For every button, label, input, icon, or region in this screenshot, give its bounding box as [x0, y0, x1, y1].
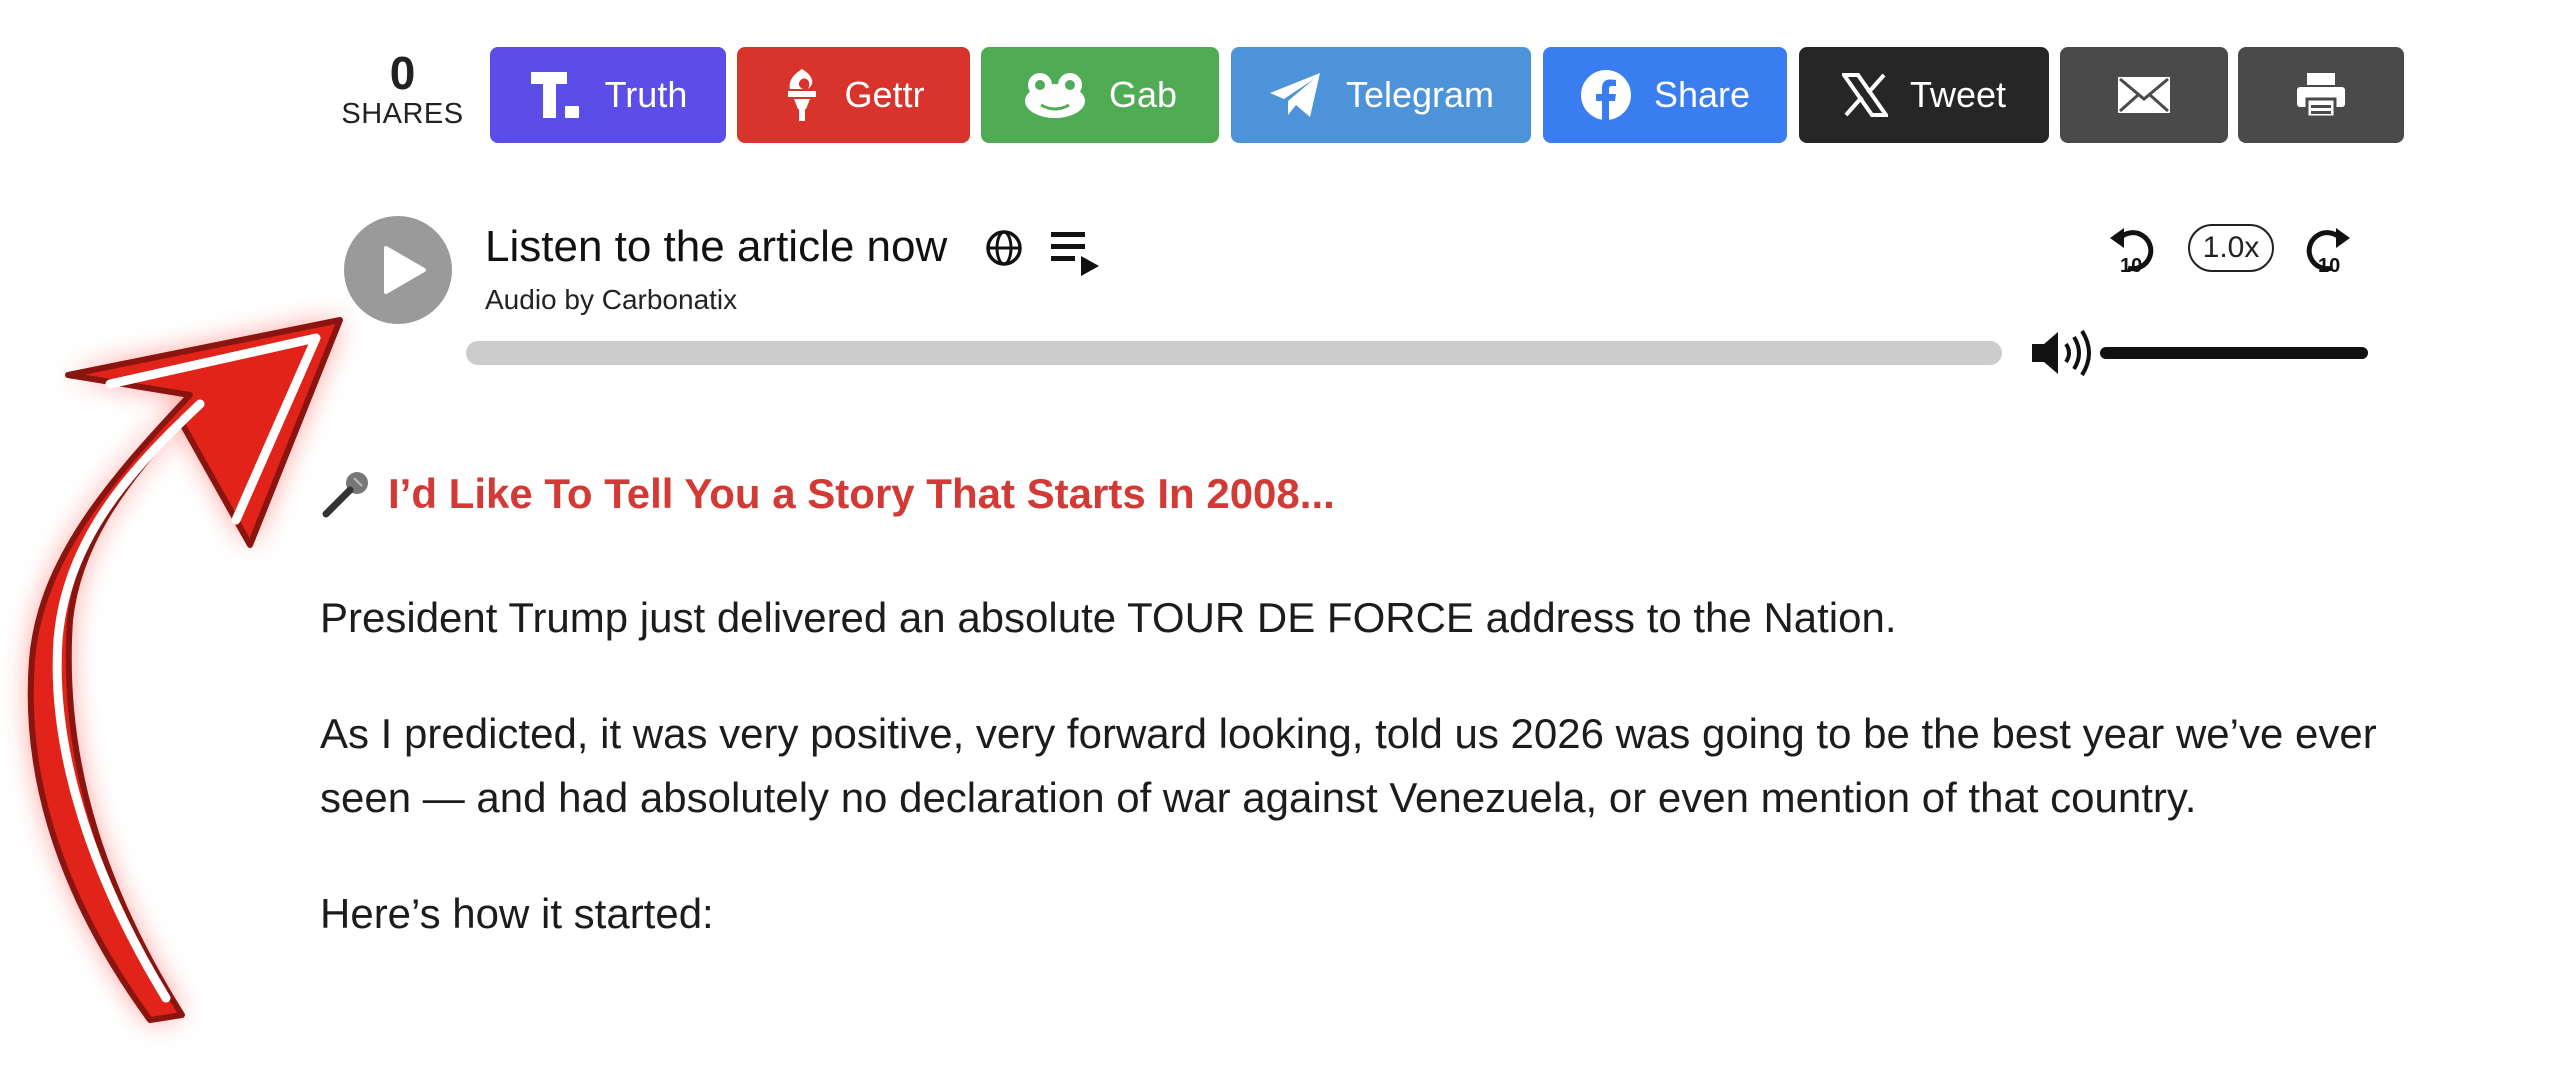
telegram-share-button[interactable]: Telegram: [1231, 47, 1531, 143]
facebook-share-button[interactable]: Share: [1543, 47, 1787, 143]
telegram-share-label: Telegram: [1345, 74, 1495, 115]
gab-share-button[interactable]: Gab: [981, 47, 1219, 143]
gettr-share-label: Gettr: [844, 74, 925, 115]
forward-10-icon[interactable]: 10: [2302, 222, 2354, 274]
article-headline-text: I’d Like To Tell You a Story That Starts…: [388, 470, 1335, 517]
article-headline: I’d Like To Tell You a Story That Starts…: [320, 468, 1335, 520]
facebook-share-label: Share: [1653, 74, 1751, 115]
share-counter: 0 SHARES: [330, 48, 475, 130]
x-share-label: Tweet: [1909, 74, 2007, 115]
volume-slider-fill: [2100, 347, 2368, 359]
email-icon: [2118, 77, 2170, 113]
gab-share-label: Gab: [1108, 74, 1178, 115]
article-paragraph: Here’s how it started:: [320, 890, 714, 937]
share-count-label: SHARES: [341, 98, 464, 130]
red-arrow-annotation: [27, 317, 343, 1023]
playlist-icon[interactable]: [1049, 228, 1103, 276]
print-button[interactable]: [2238, 47, 2404, 143]
volume-icon[interactable]: [2030, 328, 2092, 378]
truth-share-label: Truth: [604, 74, 688, 115]
gab-frog-icon: [1024, 73, 1085, 118]
svg-text:10: 10: [2318, 255, 2340, 274]
print-icon: [2297, 73, 2345, 119]
playback-speed-button[interactable]: 1.0x: [2188, 224, 2274, 272]
audio-progress-bar[interactable]: [466, 341, 2002, 365]
svg-text:10: 10: [2120, 255, 2142, 274]
truth-share-button[interactable]: Truth: [490, 47, 726, 143]
x-icon: [1841, 73, 1888, 117]
article-paragraph: As I predicted, it was very positive, ve…: [320, 710, 2377, 821]
gettr-share-button[interactable]: Gettr: [737, 47, 970, 143]
player-subtitle: Audio by Carbonatix: [485, 284, 738, 315]
gettr-icon: [788, 69, 817, 121]
facebook-icon: [1580, 70, 1631, 121]
share-count: 0: [389, 47, 416, 99]
rewind-10-icon[interactable]: 10: [2106, 222, 2158, 274]
email-share-button[interactable]: [2060, 47, 2228, 143]
volume-slider[interactable]: [2100, 347, 2368, 359]
globe-icon: [986, 230, 1022, 266]
article-paragraph: President Trump just delivered an absolu…: [320, 594, 1897, 641]
player-title: Listen to the article now: [485, 222, 948, 271]
truth-social-icon: [530, 72, 579, 118]
x-share-button[interactable]: Tweet: [1799, 47, 2049, 143]
telegram-icon: [1269, 73, 1320, 117]
